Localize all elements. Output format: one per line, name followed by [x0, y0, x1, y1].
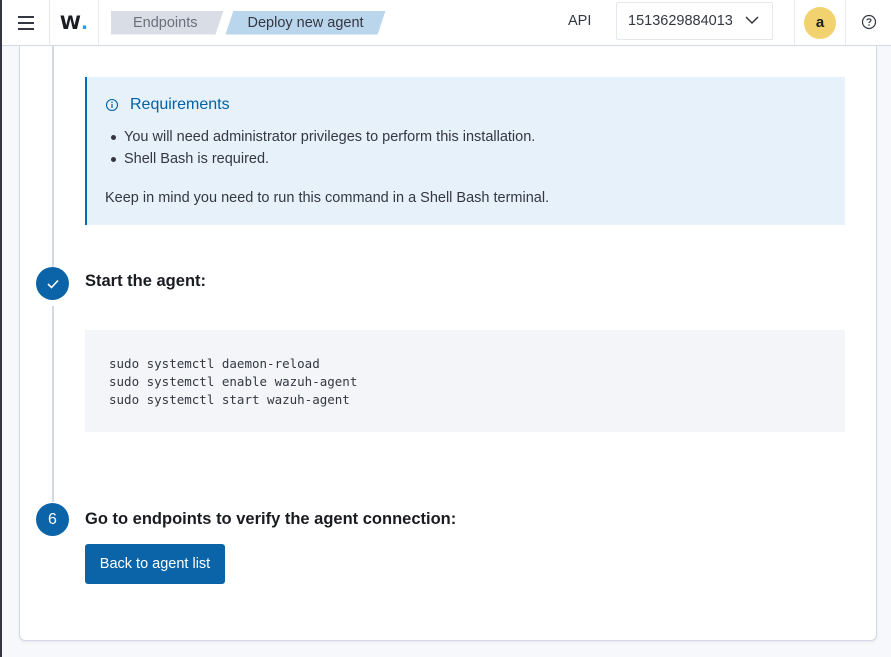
logo-dot: .: [80, 11, 89, 34]
requirements-list: You will need administrator privileges t…: [105, 126, 827, 170]
step-connector-line: [52, 306, 54, 502]
step-connector-line: [52, 46, 54, 268]
step-complete-icon: [36, 267, 69, 300]
breadcrumb: Endpoints Deploy new agent: [111, 11, 386, 35]
requirements-title: Requirements: [130, 96, 230, 113]
requirements-callout: Requirements You will need administrator…: [85, 77, 845, 225]
user-menu[interactable]: a: [794, 0, 846, 45]
menu-icon[interactable]: [2, 0, 50, 45]
code-block[interactable]: sudo systemctl daemon-reload sudo system…: [85, 330, 845, 432]
breadcrumb-endpoints[interactable]: Endpoints: [111, 11, 224, 35]
code-line: sudo systemctl daemon-reload: [109, 356, 320, 371]
api-selector[interactable]: 1513629884013: [616, 2, 773, 40]
requirements-note: Keep in mind you need to run this comman…: [105, 190, 550, 206]
top-header: W. Endpoints Deploy new agent API 151362…: [2, 0, 891, 46]
api-label: API: [568, 13, 592, 29]
step-title-start-agent: Start the agent:: [85, 272, 207, 290]
deploy-agent-panel: Requirements You will need administrator…: [19, 46, 877, 641]
avatar[interactable]: a: [804, 6, 836, 39]
logo-text: W: [59, 11, 81, 34]
back-to-agent-list-button[interactable]: Back to agent list: [85, 544, 225, 584]
breadcrumb-deploy-new-agent: Deploy new agent: [226, 11, 386, 35]
api-selected-value: 1513629884013: [628, 13, 733, 29]
code-line: sudo systemctl enable wazuh-agent: [109, 374, 358, 389]
code-line: sudo systemctl start wazuh-agent: [109, 392, 350, 407]
list-item: You will need administrator privileges t…: [111, 126, 827, 148]
app-logo[interactable]: W.: [50, 0, 99, 45]
info-icon: [105, 98, 119, 112]
step-title-verify-connection: Go to endpoints to verify the agent conn…: [85, 510, 457, 528]
checkmark-icon: [46, 279, 59, 289]
callout-title: Requirements: [105, 96, 827, 114]
chevron-down-icon: [745, 16, 759, 25]
help-icon[interactable]: [860, 13, 878, 31]
list-item: Shell Bash is required.: [111, 148, 827, 170]
step-number-badge: 6: [36, 503, 69, 536]
